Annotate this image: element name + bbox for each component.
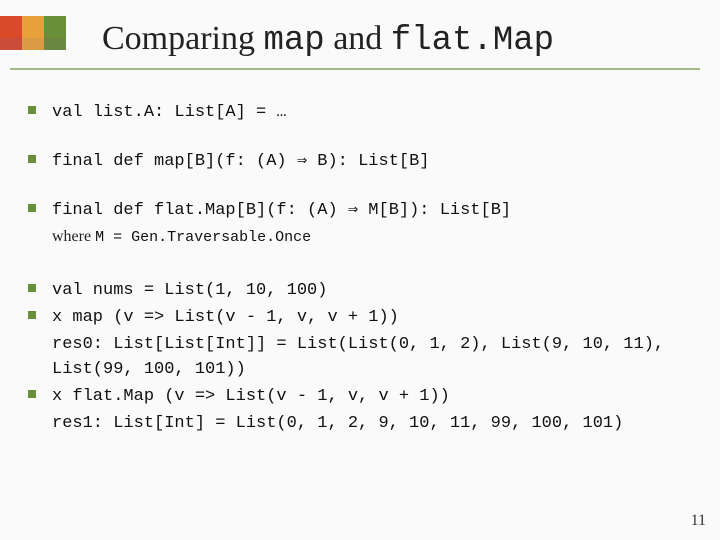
slide-body: val list.A: List[A] = … final def map[B]… [52, 100, 680, 460]
deco-square [0, 38, 22, 50]
bullet-line: final def flat.Map[B](f: (A) ⇒ M[B]): Li… [52, 198, 680, 223]
code-text: x flat.Map (v => List(v - 1, v, v + 1)) [52, 387, 450, 406]
code-text: val list.A: List[A] = … [52, 103, 287, 122]
bullet-icon [28, 204, 36, 212]
bullet-line: x map (v => List(v - 1, v, v + 1)) [52, 305, 680, 330]
title-underline [10, 68, 700, 70]
bullet-line: final def map[B](f: (A) ⇒ B): List[B] [52, 149, 680, 174]
page-number: 11 [691, 512, 706, 530]
code-text: final def flat.Map[B](f: (A) ⇒ M[B]): Li… [52, 201, 511, 220]
bullet-line: val list.A: List[A] = … [52, 100, 680, 125]
code-text: res1: List[Int] = List(0, 1, 2, 9, 10, 1… [52, 414, 623, 433]
bullet-icon [28, 311, 36, 319]
deco-square [44, 38, 66, 50]
bullet-icon [28, 106, 36, 114]
where-text: where [52, 228, 95, 245]
code-text: final def map[B](f: (A) ⇒ B): List[B] [52, 152, 430, 171]
slide-title: Comparing map and flat.Map [102, 20, 554, 60]
corner-decoration [0, 0, 100, 70]
result-line: res1: List[Int] = List(0, 1, 2, 9, 10, 1… [52, 411, 680, 436]
code-text: x map (v => List(v - 1, v, v + 1)) [52, 308, 399, 327]
slide: Comparing map and flat.Map val list.A: L… [0, 0, 720, 540]
deco-square [22, 38, 44, 50]
code-text: val nums = List(1, 10, 100) [52, 281, 327, 300]
bullet-icon [28, 390, 36, 398]
bullet-icon [28, 284, 36, 292]
title-text: and [325, 20, 391, 57]
deco-square [44, 16, 66, 38]
title-text: Comparing [102, 20, 263, 57]
deco-square [0, 16, 22, 38]
title-code: flat.Map [391, 22, 554, 60]
where-code: M = Gen.Traversable.Once [95, 229, 311, 246]
deco-square [22, 16, 44, 38]
code-text: res0: List[List[Int]] = List(List(0, 1, … [52, 335, 664, 379]
result-line: res0: List[List[Int]] = List(List(0, 1, … [52, 332, 680, 382]
where-line: where M = Gen.Traversable.Once [52, 225, 680, 248]
bullet-icon [28, 155, 36, 163]
title-code: map [263, 22, 324, 60]
bullet-line: x flat.Map (v => List(v - 1, v, v + 1)) [52, 384, 680, 409]
bullet-line: val nums = List(1, 10, 100) [52, 278, 680, 303]
